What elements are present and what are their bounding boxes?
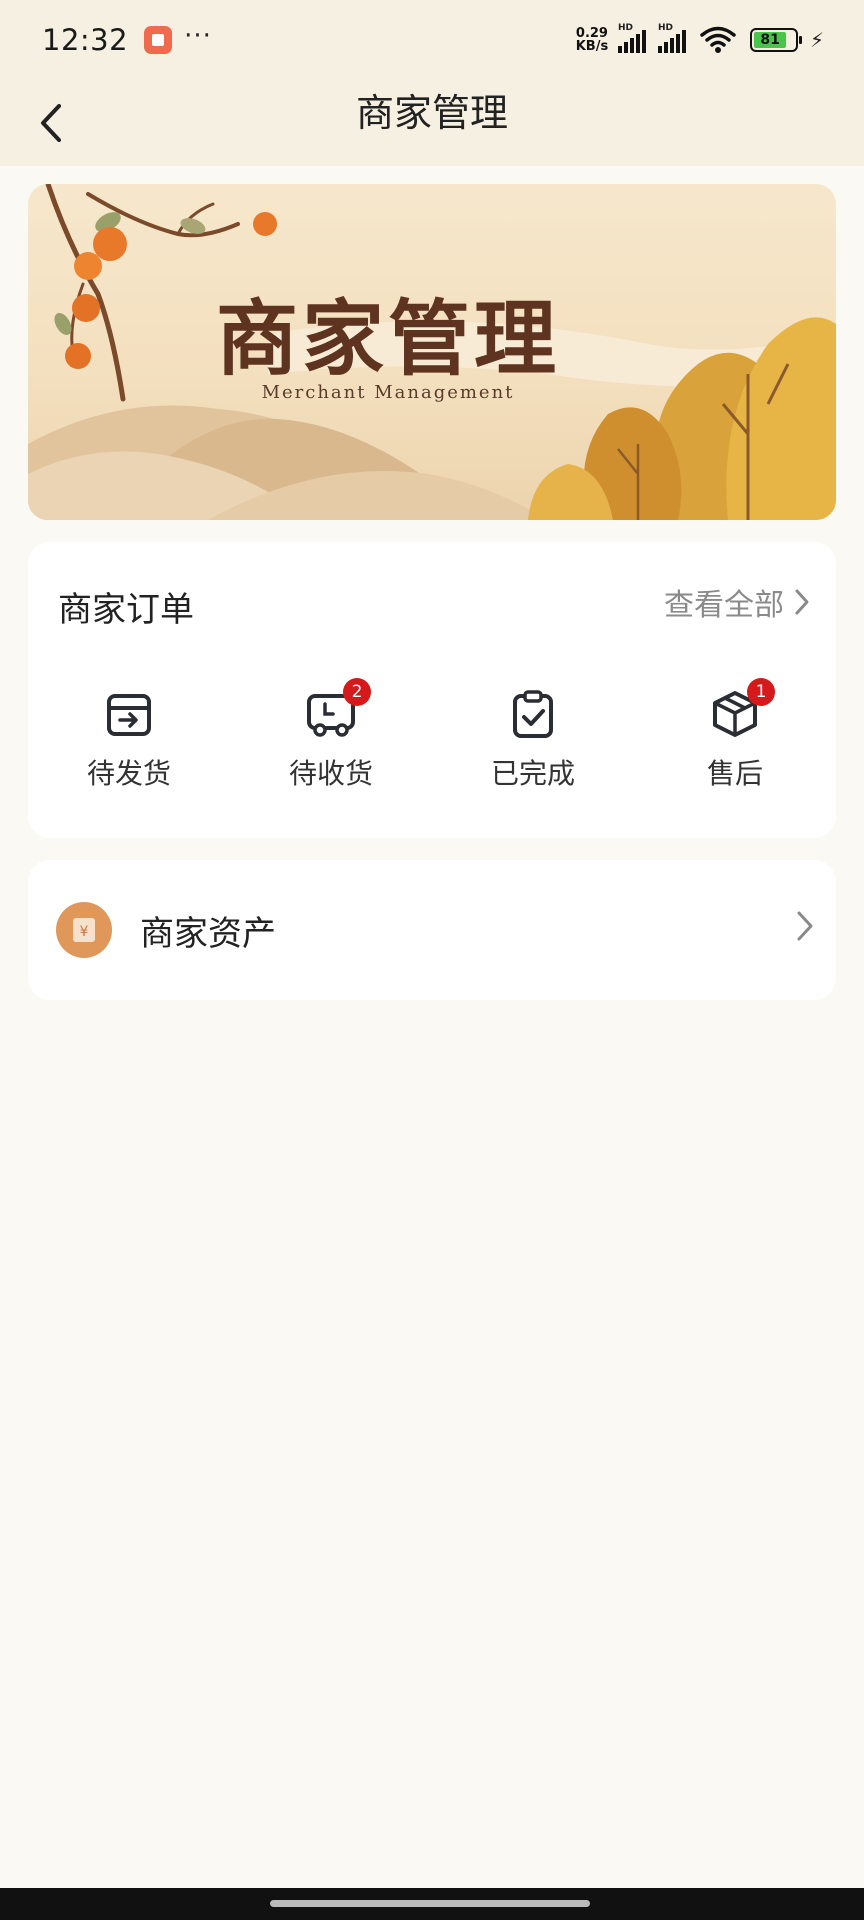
navigation-header: 商家管理 (0, 80, 864, 166)
merchant-orders-card: 商家订单 查看全部 待发货 2 待收货 已完成 1 售后 (28, 542, 836, 838)
wifi-icon (700, 26, 736, 53)
signal-icon: HD (617, 23, 646, 53)
order-status-completed[interactable]: 已完成 (432, 688, 634, 792)
banner-title: 商家管理 (215, 291, 560, 387)
order-status-label: 待收货 (288, 757, 373, 790)
after-sales-box-icon: 1 (709, 678, 775, 740)
status-bar: 12:32 ··· 0.29 KB/s HD HD 81 ⚡ (0, 0, 864, 80)
app-notification-icon (144, 26, 173, 54)
completed-clipboard-icon (507, 688, 559, 740)
charging-icon: ⚡ (809, 28, 824, 52)
chevron-right-icon (797, 911, 813, 941)
order-status-pending-receipt[interactable]: 2 待收货 (230, 678, 432, 792)
currency-symbol: ¥ (80, 924, 89, 940)
merchant-banner: 商家管理 Merchant Management (28, 184, 836, 520)
signal-hd-label: HD (617, 23, 633, 33)
signal-icon-2: HD (657, 23, 686, 53)
chevron-right-icon (795, 589, 809, 615)
view-all-orders-link[interactable]: 查看全部 (664, 580, 810, 624)
orders-section-title: 商家订单 (58, 590, 194, 630)
after-sales-count-badge: 1 (747, 678, 775, 706)
status-time: 12:32 (42, 23, 129, 57)
status-indicators: 0.29 KB/s HD HD 81 ⚡ (572, 23, 824, 54)
system-navigation-bar (0, 1888, 864, 1920)
order-status-pending-shipment[interactable]: 待发货 (28, 688, 230, 792)
order-status-list: 待发货 2 待收货 已完成 1 售后 (28, 678, 836, 792)
signal-hd-label-2: HD (657, 23, 673, 33)
network-speed: 0.29 KB/s (572, 27, 612, 53)
battery-icon: 81 (749, 28, 802, 52)
wallet-icon: ¥ (56, 902, 112, 958)
order-status-label: 已完成 (490, 757, 575, 790)
home-indicator-pill[interactable] (270, 1900, 590, 1907)
back-button[interactable] (26, 96, 76, 150)
banner-subtitle: Merchant Management (261, 382, 515, 403)
pending-shipment-icon (103, 688, 155, 740)
pending-receipt-count-badge: 2 (343, 678, 371, 706)
battery-level: 81 (753, 32, 787, 48)
assets-label: 商家资产 (140, 914, 276, 954)
merchant-assets-row[interactable]: ¥ 商家资产 (28, 860, 836, 1000)
page-title: 商家管理 (355, 91, 508, 135)
more-notifications-icon: ··· (184, 21, 212, 51)
back-arrow-icon (41, 104, 61, 142)
order-status-label: 售后 (706, 757, 763, 790)
view-all-label: 查看全部 (664, 588, 784, 623)
order-status-after-sales[interactable]: 1 售后 (634, 678, 836, 792)
network-speed-unit: KB/s (575, 39, 609, 54)
pending-receipt-truck-icon: 2 (305, 678, 371, 740)
order-status-label: 待发货 (86, 757, 171, 790)
